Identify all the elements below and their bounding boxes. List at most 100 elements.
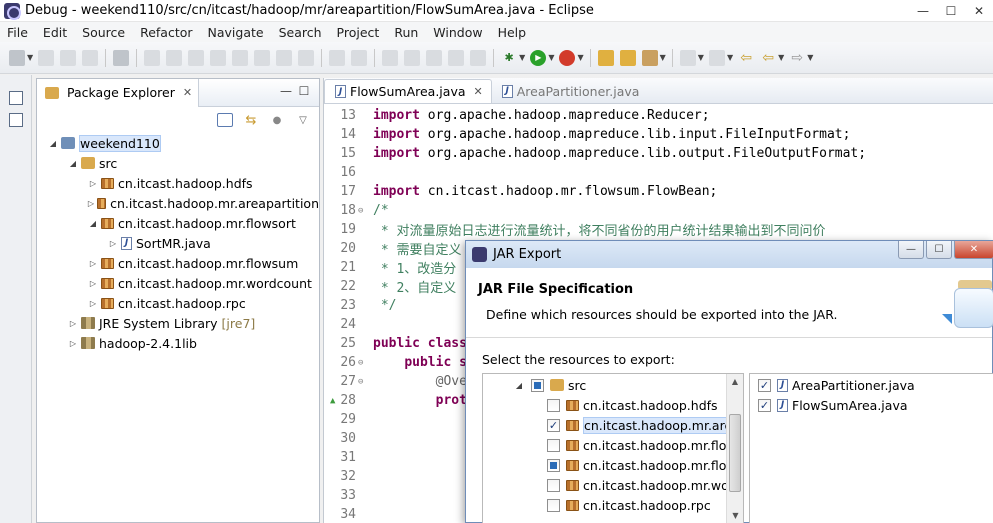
external-tools-dropdown-arrow[interactable]: ▼	[577, 53, 583, 62]
console-icon[interactable]	[113, 49, 130, 66]
search-icon[interactable]	[426, 49, 443, 66]
forward-icon[interactable]: ⇨	[789, 50, 805, 66]
resource-checkbox[interactable]: ✓	[547, 418, 560, 432]
resume-icon[interactable]	[166, 49, 183, 66]
expanded-twisty-icon[interactable]: ◢	[67, 159, 79, 168]
resource-checkbox[interactable]	[547, 458, 560, 472]
external-tools-icon[interactable]	[559, 49, 576, 66]
menu-navigate[interactable]: Navigate	[201, 25, 272, 40]
code-line[interactable]: 14 import org.apache.hadoop.mapreduce.lib…	[324, 125, 993, 144]
new-dropdown-arrow[interactable]: ▼	[27, 53, 33, 62]
resource-checkbox[interactable]	[547, 498, 560, 512]
menu-search[interactable]: Search	[272, 25, 330, 40]
debug-dropdown-arrow[interactable]: ▼	[519, 53, 525, 62]
debug-bug-icon[interactable]: ✱	[501, 50, 517, 66]
resource-tree-item[interactable]: ◢ src	[483, 375, 743, 395]
view-menu-icon[interactable]: ▽	[295, 113, 311, 127]
menu-project[interactable]: Project	[330, 25, 388, 40]
collapsed-twisty-icon[interactable]: ▷	[87, 199, 95, 208]
tree-item[interactable]: ◢ src	[37, 153, 319, 173]
menu-run[interactable]: Run	[387, 25, 426, 40]
code-line[interactable]: 19 * 对流量原始日志进行流量统计，将不同省份的用户统计结果输出到不同问价	[324, 220, 993, 239]
next-annotation-icon[interactable]	[679, 49, 696, 66]
resource-checkbox[interactable]	[547, 478, 560, 492]
code-line[interactable]: 16	[324, 163, 993, 182]
restore-view-icon[interactable]	[9, 91, 23, 105]
code-line[interactable]: 13 import org.apache.hadoop.mapreduce.Red…	[324, 106, 993, 125]
tree-item[interactable]: ▷ cn.itcast.hadoop.rpc	[37, 293, 319, 313]
collapsed-twisty-icon[interactable]: ▷	[107, 239, 119, 248]
resource-tree-item[interactable]: cn.itcast.hadoop.mr.wor	[483, 475, 743, 495]
previous-annotation-icon[interactable]	[708, 49, 725, 66]
collapsed-twisty-icon[interactable]: ▷	[87, 279, 99, 288]
code-line[interactable]: 18 ⊖/*	[324, 201, 993, 220]
minimize-window-button[interactable]: —	[909, 0, 937, 22]
previous-annotation-dropdown-arrow[interactable]: ▼	[727, 53, 733, 62]
scroll-up-arrow[interactable]: ▲	[727, 374, 743, 391]
last-edit-location-icon[interactable]: ⇦	[738, 50, 754, 66]
code-line[interactable]: 17 import cn.itcast.hadoop.mr.flowsum.Flo…	[324, 182, 993, 201]
menu-source[interactable]: Source	[75, 25, 133, 40]
resource-tree-item[interactable]: cn.itcast.hadoop.hdfs	[483, 395, 743, 415]
print-icon[interactable]	[82, 49, 99, 66]
new-java-project-icon[interactable]	[597, 49, 614, 66]
run-dropdown-arrow[interactable]: ▼	[548, 53, 554, 62]
dialog-maximize-button[interactable]: ☐	[926, 241, 952, 259]
tree-item[interactable]: ▷ J SortMR.java	[37, 233, 319, 253]
tree-item[interactable]: ◢ weekend110	[37, 133, 319, 153]
open-task-icon[interactable]	[404, 49, 421, 66]
dialog-close-button[interactable]: ✕	[954, 241, 993, 259]
new-icon[interactable]	[9, 49, 25, 66]
resource-file-checkbox[interactable]: ✓	[758, 378, 771, 392]
fold-toggle-icon[interactable]: ⊖	[358, 377, 370, 387]
editor-tab[interactable]: J AreaPartitioner.java	[492, 79, 648, 103]
tree-item[interactable]: ▷ cn.itcast.hadoop.hdfs	[37, 173, 319, 193]
resource-checkbox[interactable]	[547, 438, 560, 452]
collapsed-twisty-icon[interactable]: ▷	[87, 259, 99, 268]
scroll-down-arrow[interactable]: ▼	[727, 508, 743, 523]
skip-breakpoints-icon[interactable]	[144, 49, 161, 66]
code-line[interactable]: 15 import org.apache.hadoop.mapreduce.lib…	[324, 144, 993, 163]
step-return-icon[interactable]	[298, 49, 315, 66]
expanded-twisty-icon[interactable]: ◢	[513, 381, 525, 390]
tree-item[interactable]: ▷ hadoop-2.4.1lib	[37, 333, 319, 353]
expanded-twisty-icon[interactable]: ◢	[87, 219, 99, 228]
save-icon[interactable]	[38, 49, 55, 66]
tree-item[interactable]: ◢ cn.itcast.hadoop.mr.flowsort	[37, 213, 319, 233]
resource-checkbox[interactable]	[531, 378, 544, 392]
close-tab-icon[interactable]: ✕	[474, 85, 483, 98]
resource-file-item[interactable]: ✓ J AreaPartitioner.java	[750, 375, 993, 395]
focus-on-active-task-icon[interactable]: ●	[269, 113, 285, 127]
menu-window[interactable]: Window	[426, 25, 490, 40]
tree-item[interactable]: ▷ cn.itcast.hadoop.mr.flowsum	[37, 253, 319, 273]
resource-tree-scrollbar[interactable]: ▲ ▼	[726, 374, 743, 523]
menu-file[interactable]: File	[0, 25, 36, 40]
tree-item[interactable]: ▷ cn.itcast.hadoop.mr.wordcount	[37, 273, 319, 293]
close-tab-icon[interactable]: ✕	[183, 86, 192, 99]
terminate-icon[interactable]	[210, 49, 227, 66]
step-over-icon[interactable]	[276, 49, 293, 66]
menu-edit[interactable]: Edit	[36, 25, 75, 40]
step-into-icon[interactable]	[254, 49, 271, 66]
collapsed-twisty-icon[interactable]: ▷	[67, 339, 79, 348]
resource-tree-item[interactable]: cn.itcast.hadoop.rpc	[483, 495, 743, 515]
back-dropdown-arrow[interactable]: ▼	[778, 53, 784, 62]
resource-tree-item[interactable]: ✓ cn.itcast.hadoop.mr.area	[483, 415, 743, 435]
back-icon[interactable]: ⇦	[760, 50, 776, 66]
tree-item[interactable]: ▷ cn.itcast.hadoop.mr.areapartition	[37, 193, 319, 213]
minimize-view-icon[interactable]: —	[277, 84, 295, 98]
save-all-icon[interactable]	[60, 49, 77, 66]
collapsed-twisty-icon[interactable]: ▷	[67, 319, 79, 328]
link-with-editor-icon[interactable]: ⇆	[243, 113, 259, 128]
maximize-view-icon[interactable]: ☐	[295, 84, 313, 98]
dialog-minimize-button[interactable]: —	[898, 241, 924, 259]
editor-tab[interactable]: J FlowSumArea.java ✕	[324, 79, 492, 103]
menu-refactor[interactable]: Refactor	[133, 25, 200, 40]
expanded-twisty-icon[interactable]: ◢	[47, 139, 59, 148]
resource-file-checkbox[interactable]: ✓	[758, 398, 771, 412]
open-type-icon[interactable]	[382, 49, 399, 66]
open-folder-icon[interactable]	[619, 49, 636, 66]
pencil-icon[interactable]	[641, 49, 658, 66]
disconnect-icon[interactable]	[232, 49, 249, 66]
forward-dropdown-arrow[interactable]: ▼	[807, 53, 813, 62]
